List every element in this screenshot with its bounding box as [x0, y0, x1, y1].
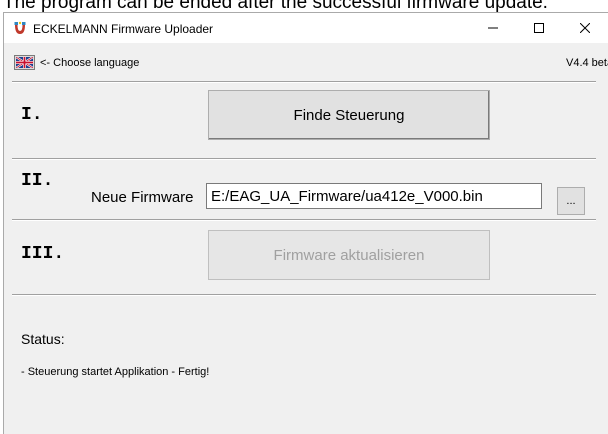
close-icon	[580, 23, 590, 33]
uk-flag-icon	[16, 57, 33, 68]
divider	[12, 158, 596, 160]
maximize-button[interactable]	[516, 13, 562, 43]
status-label: Status:	[21, 331, 65, 347]
app-window: ECKELMANN Firmware Uploader <- Choose la…	[3, 12, 608, 434]
close-button[interactable]	[562, 13, 608, 43]
minimize-button[interactable]	[470, 13, 516, 43]
new-firmware-label: Neue Firmware	[91, 189, 194, 206]
step-3-numeral: III.	[21, 244, 65, 264]
minimize-icon	[488, 27, 498, 29]
window-title: ECKELMANN Firmware Uploader	[33, 22, 214, 36]
firmware-path-input[interactable]	[206, 183, 542, 209]
title-bar[interactable]: ECKELMANN Firmware Uploader	[4, 13, 608, 43]
update-firmware-button[interactable]: Firmware aktualisieren	[208, 230, 490, 280]
divider	[12, 294, 596, 296]
language-flag-button[interactable]	[14, 55, 35, 70]
step-1-numeral: I.	[21, 105, 43, 125]
version-label: V4.4 beta	[566, 57, 608, 69]
maximize-icon	[534, 23, 544, 33]
browse-button[interactable]: ...	[557, 187, 585, 215]
choose-language-label: <- Choose language	[40, 57, 140, 69]
status-message: - Steuerung startet Applikation - Fertig…	[21, 366, 210, 378]
divider	[12, 81, 596, 83]
find-controller-button[interactable]: Finde Steuerung	[208, 90, 490, 140]
step-2-numeral: II.	[21, 171, 54, 191]
divider	[12, 219, 596, 221]
eckelmann-app-icon	[14, 21, 26, 34]
